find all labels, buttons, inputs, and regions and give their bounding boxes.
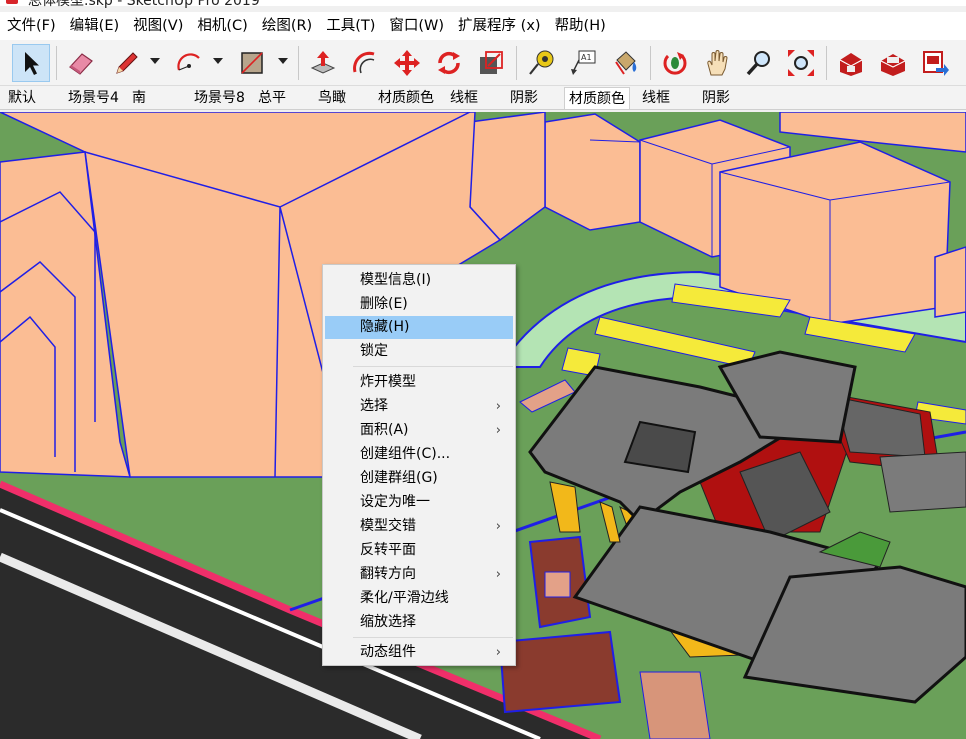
menu-item-label: 缩放选择 xyxy=(360,614,416,630)
scene-tab[interactable]: 阴影 xyxy=(506,87,542,109)
paint-bucket-icon[interactable] xyxy=(606,44,644,82)
menu-item-label: 创建群组(G) xyxy=(360,470,438,486)
scene-tab[interactable]: 默认 xyxy=(4,87,40,109)
submenu-arrow-icon: › xyxy=(495,645,501,660)
send-to-layout-icon[interactable] xyxy=(916,44,954,82)
menu-view[interactable]: 视图(V) xyxy=(132,12,184,40)
rotate-icon[interactable] xyxy=(430,44,468,82)
warehouse-icon[interactable] xyxy=(832,44,870,82)
toolbar-separator xyxy=(298,46,299,80)
menu-help[interactable]: 帮助(H) xyxy=(554,12,607,40)
rectangle-shape-icon[interactable] xyxy=(233,44,271,82)
menu-item-label: 炸开模型 xyxy=(360,374,416,390)
scene-tab[interactable]: 总平 xyxy=(254,87,290,109)
push-pull-icon[interactable] xyxy=(304,44,342,82)
menu-tools[interactable]: 工具(T) xyxy=(325,12,376,40)
zoom-extents-icon[interactable] xyxy=(782,44,820,82)
context-menu: 模型信息(I) 删除(E) 隐藏(H) 锁定 炸开模型 选择 › 面积(A) › 创… xyxy=(322,264,516,666)
eraser-icon[interactable] xyxy=(62,44,100,82)
scene-tab[interactable]: 线框 xyxy=(446,87,482,109)
menu-item-explode-model[interactable]: 炸开模型 xyxy=(325,371,513,394)
menu-camera[interactable]: 相机(C) xyxy=(196,12,248,40)
arc-icon[interactable] xyxy=(170,44,208,82)
scene-tab[interactable]: 场景号4 xyxy=(64,87,123,109)
menu-edit[interactable]: 编辑(E) xyxy=(69,12,120,40)
menu-item-label: 设定为唯一 xyxy=(360,494,430,510)
submenu-arrow-icon: › xyxy=(495,567,501,582)
menu-item-make-component[interactable]: 创建组件(C)... xyxy=(325,443,513,466)
title-bar: 总体模型.skp - SketchUp Pro 2019 xyxy=(0,0,966,9)
menu-separator xyxy=(353,637,513,638)
shape-dropdown-icon[interactable] xyxy=(278,58,288,64)
toolbar-separator xyxy=(650,46,651,80)
menu-item-delete[interactable]: 删除(E) xyxy=(325,293,513,316)
toolbar-separator xyxy=(826,46,827,80)
menu-item-flip-along[interactable]: 翻转方向 › xyxy=(325,563,513,586)
menu-item-label: 创建组件(C)... xyxy=(360,446,451,462)
main-toolbar: A1 xyxy=(0,40,966,86)
svg-text:A1: A1 xyxy=(581,53,592,62)
scene-tab[interactable]: 场景号8 xyxy=(190,87,249,109)
menu-item-zoom-selection[interactable]: 缩放选择 xyxy=(325,611,513,634)
menu-item-dynamic-components[interactable]: 动态组件 › xyxy=(325,641,513,664)
scale-icon[interactable] xyxy=(472,44,510,82)
submenu-arrow-icon: › xyxy=(495,423,501,438)
scene-tab-active[interactable]: 材质颜色 xyxy=(564,87,630,109)
offset-icon[interactable] xyxy=(346,44,384,82)
menu-item-label: 动态组件 xyxy=(360,644,416,660)
zoom-icon[interactable] xyxy=(740,44,778,82)
menu-item-intersect-faces[interactable]: 模型交错 › xyxy=(325,515,513,538)
menu-item-area[interactable]: 面积(A) › xyxy=(325,419,513,442)
move-icon[interactable] xyxy=(388,44,426,82)
menu-item-make-unique[interactable]: 设定为唯一 xyxy=(325,491,513,514)
submenu-arrow-icon: › xyxy=(495,399,501,414)
menu-item-label: 翻转方向 xyxy=(360,566,416,582)
pencil-line-icon[interactable] xyxy=(107,44,145,82)
menu-item-hide[interactable]: 隐藏(H) xyxy=(325,316,513,339)
menu-item-reverse-faces[interactable]: 反转平面 xyxy=(325,539,513,562)
menu-item-label: 选择 xyxy=(360,398,388,414)
scene-tab[interactable]: 鸟瞰 xyxy=(314,87,350,109)
menu-window[interactable]: 窗口(W) xyxy=(388,12,445,40)
menu-bar: 文件(F) 编辑(E) 视图(V) 相机(C) 绘图(R) 工具(T) 窗口(W… xyxy=(0,12,966,40)
orbit-icon[interactable] xyxy=(656,44,694,82)
menu-item-model-info[interactable]: 模型信息(I) xyxy=(325,269,513,292)
text-label-icon[interactable]: A1 xyxy=(564,44,602,82)
menu-item-select[interactable]: 选择 › xyxy=(325,395,513,418)
menu-item-label: 柔化/平滑边线 xyxy=(360,590,449,606)
select-arrow-icon[interactable] xyxy=(12,44,50,82)
menu-item-lock[interactable]: 锁定 xyxy=(325,340,513,363)
window-title: 总体模型.skp - SketchUp Pro 2019 xyxy=(28,0,260,9)
menu-item-label: 隐藏(H) xyxy=(360,319,410,335)
menu-item-label: 反转平面 xyxy=(360,542,416,558)
scene-tab[interactable]: 阴影 xyxy=(698,87,734,109)
pan-hand-icon[interactable] xyxy=(698,44,736,82)
submenu-arrow-icon: › xyxy=(495,519,501,534)
menu-file[interactable]: 文件(F) xyxy=(6,12,57,40)
menu-draw[interactable]: 绘图(R) xyxy=(261,12,313,40)
menu-separator xyxy=(353,366,513,367)
menu-item-label: 锁定 xyxy=(360,343,388,359)
tape-measure-icon[interactable] xyxy=(522,44,560,82)
scene-tab[interactable]: 材质颜色 xyxy=(374,87,438,109)
menu-item-make-group[interactable]: 创建群组(G) xyxy=(325,467,513,490)
arc-dropdown-icon[interactable] xyxy=(213,58,223,64)
menu-item-label: 模型交错 xyxy=(360,518,416,534)
building-block xyxy=(934,246,966,318)
menu-item-soften-edges[interactable]: 柔化/平滑边线 xyxy=(325,587,513,610)
toolbar-separator xyxy=(56,46,57,80)
menu-item-label: 模型信息(I) xyxy=(360,272,432,288)
scenes-bar: 默认 场景号4 南 场景号8 总平 鸟瞰 材质颜色 线框 阴影 材质颜色 线框 … xyxy=(0,86,966,110)
toolbar-separator xyxy=(516,46,517,80)
menu-item-label: 删除(E) xyxy=(360,296,408,312)
scene-tab[interactable]: 线框 xyxy=(638,87,674,109)
extension-warehouse-icon[interactable] xyxy=(874,44,912,82)
sketchup-app-icon xyxy=(6,0,18,4)
line-dropdown-icon[interactable] xyxy=(150,58,160,64)
menu-extensions[interactable]: 扩展程序 (x) xyxy=(457,12,542,40)
scene-tab[interactable]: 南 xyxy=(128,87,150,109)
menu-item-label: 面积(A) xyxy=(360,422,409,438)
